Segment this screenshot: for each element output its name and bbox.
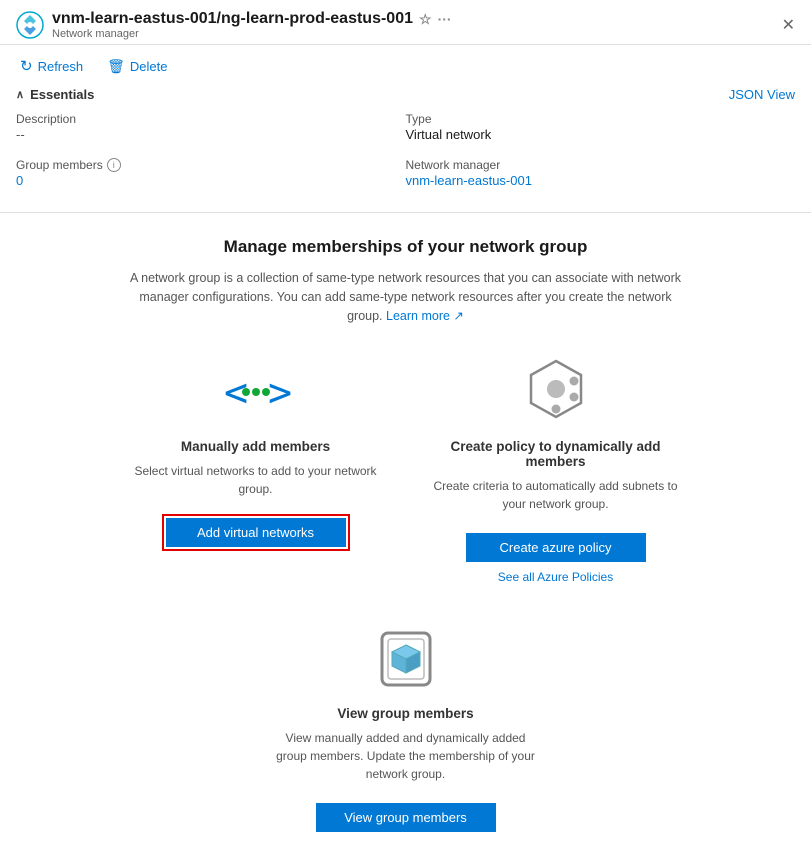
chevron-up-icon[interactable]: ∧ (16, 88, 24, 101)
create-policy-title: Create policy to dynamically add members (426, 439, 686, 469)
type-label: Type (406, 112, 796, 126)
network-manager-value[interactable]: vnm-learn-eastus-001 (406, 173, 796, 188)
refresh-icon: ↻ (20, 57, 33, 75)
network-manager-icon (16, 11, 44, 39)
description-label: Description (16, 112, 406, 126)
json-view-link[interactable]: JSON View (729, 87, 795, 102)
title-text-group: vnm-learn-eastus-001/ng-learn-prod-eastu… (52, 10, 452, 40)
info-icon[interactable]: i (107, 158, 121, 172)
window-subtitle: Network manager (52, 28, 452, 40)
network-manager-field: Network manager vnm-learn-eastus-001 (406, 158, 796, 188)
title-left: vnm-learn-eastus-001/ng-learn-prod-eastu… (16, 10, 452, 40)
title-bar: vnm-learn-eastus-001/ng-learn-prod-eastu… (0, 0, 811, 45)
main-description: A network group is a collection of same-… (126, 269, 686, 325)
view-group-members-button[interactable]: View group members (316, 803, 496, 832)
view-group-members-title: View group members (337, 706, 473, 721)
group-members-label: Group members (16, 158, 103, 172)
svg-text:>: > (268, 370, 292, 416)
essentials-title: ∧ Essentials (16, 87, 94, 102)
create-policy-card: Create policy to dynamically add members… (426, 357, 686, 584)
delete-button[interactable]: 🗑 Delete (103, 56, 171, 77)
title-text: vnm-learn-eastus-001/ng-learn-prod-eastu… (52, 10, 413, 28)
essentials-label: Essentials (30, 87, 94, 102)
essentials-grid: Description -- Group members i 0 Type Vi… (16, 112, 795, 196)
create-azure-policy-label: Create azure policy (500, 540, 612, 555)
essentials-section: ∧ Essentials JSON View Description -- Gr… (0, 87, 811, 208)
see-all-policies-link[interactable]: See all Azure Policies (498, 570, 613, 584)
main-title: Manage memberships of your network group (224, 237, 588, 257)
create-policy-desc: Create criteria to automatically add sub… (426, 477, 686, 513)
create-azure-policy-button[interactable]: Create azure policy (466, 533, 646, 562)
toolbar: ↻ Refresh 🗑 Delete (0, 45, 811, 87)
create-policy-icon (516, 357, 596, 427)
group-members-value[interactable]: 0 (16, 173, 406, 188)
description-value: -- (16, 127, 406, 142)
group-members-label-row: Group members i (16, 158, 406, 172)
view-group-members-desc: View manually added and dynamically adde… (276, 729, 536, 783)
network-manager-label: Network manager (406, 158, 796, 172)
star-icon[interactable]: ☆ (419, 11, 432, 28)
add-virtual-networks-label: Add virtual networks (197, 525, 314, 540)
learn-more-link[interactable]: Learn more ↗ (386, 309, 464, 323)
close-button[interactable]: ✕ (782, 15, 795, 35)
manually-add-icon: < > (216, 357, 296, 427)
title-actions: ✕ (774, 15, 795, 35)
essentials-header: ∧ Essentials JSON View (16, 87, 795, 102)
delete-label: Delete (130, 59, 168, 74)
type-value: Virtual network (406, 127, 796, 142)
type-field: Type Virtual network (406, 112, 796, 142)
refresh-button[interactable]: ↻ Refresh (16, 55, 87, 77)
cards-row: < > Manually add members Select virtual … (40, 357, 771, 584)
refresh-label: Refresh (38, 59, 84, 74)
main-content: Manage memberships of your network group… (0, 213, 811, 856)
manually-add-card: < > Manually add members Select virtual … (126, 357, 386, 584)
view-group-members-button-label: View group members (344, 810, 467, 825)
learn-more-label: Learn more (386, 309, 450, 323)
description-field: Description -- (16, 112, 406, 142)
delete-icon: 🗑 (107, 58, 125, 75)
group-members-field: Group members i 0 (16, 158, 406, 188)
essentials-left-col: Description -- Group members i 0 (16, 112, 406, 196)
window-title: vnm-learn-eastus-001/ng-learn-prod-eastu… (52, 10, 452, 28)
manually-add-desc: Select virtual networks to add to your n… (126, 462, 386, 498)
view-group-members-icon (366, 624, 446, 694)
more-icon[interactable]: ··· (438, 11, 452, 27)
essentials-right-col: Type Virtual network Network manager vnm… (406, 112, 796, 196)
view-group-members-card: View group members View manually added a… (276, 624, 536, 832)
manually-add-title: Manually add members (181, 439, 330, 454)
add-virtual-networks-button[interactable]: Add virtual networks (166, 518, 346, 547)
